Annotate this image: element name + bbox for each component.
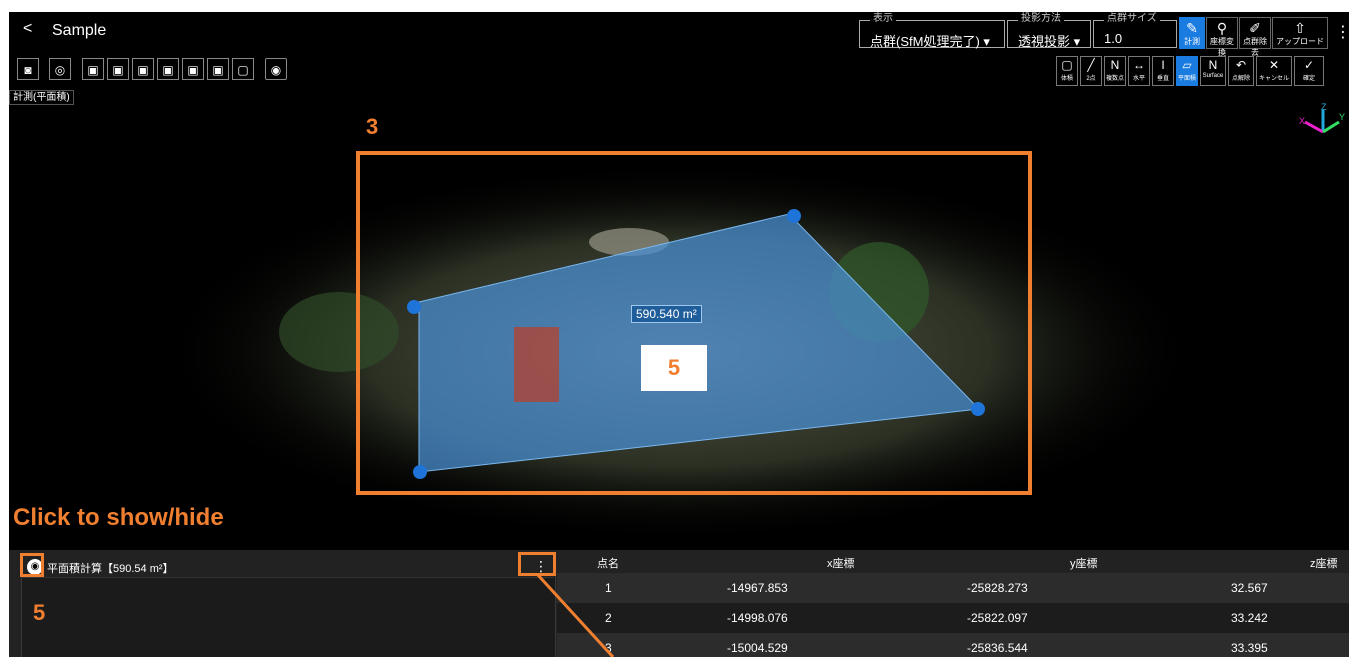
table-row[interactable]: 1 -14967.853 -25828.273 32.567 bbox=[557, 573, 1349, 603]
column-header-x: x座標 bbox=[827, 558, 855, 570]
point-size-input[interactable]: 点群サイズ 1.0 bbox=[1093, 13, 1177, 48]
annotation-number-5-box: 5 bbox=[641, 345, 707, 391]
cell-y: -25828.273 bbox=[967, 581, 1028, 595]
annotation-frame bbox=[356, 151, 1032, 495]
transform-icon: ⚲ bbox=[1216, 20, 1228, 36]
annotation-number-5-panel: 5 bbox=[33, 600, 46, 625]
view-cube-2-icon[interactable]: ▣ bbox=[107, 58, 129, 80]
click-hint-text: Click to show/hide bbox=[13, 504, 224, 531]
cancel-button[interactable]: ✕ キャンセル bbox=[1256, 56, 1292, 86]
header-bar: < Sample 表示 点群(SfM処理完了) ▾ 投影方法 透視投影 ▾ 点群… bbox=[9, 12, 1349, 57]
annotation-number-3: 3 bbox=[366, 114, 379, 139]
projection-select-label: 投影方法 bbox=[1018, 13, 1064, 25]
axis-y-label: Y bbox=[1339, 112, 1345, 122]
multi-point-button[interactable]: Ν 複数点 bbox=[1104, 56, 1126, 86]
display-select[interactable]: 表示 点群(SfM処理完了) ▾ bbox=[859, 13, 1005, 49]
view-cube-5-icon[interactable]: ▣ bbox=[182, 58, 204, 80]
view-cube-3-icon[interactable]: ▣ bbox=[132, 58, 154, 80]
column-header-z: z座標 bbox=[1310, 558, 1338, 570]
axis-x-label: X bbox=[1299, 116, 1305, 126]
view-cube-6-icon[interactable]: ▣ bbox=[207, 58, 229, 80]
plane-area-button[interactable]: ▱ 平面積 bbox=[1176, 56, 1198, 86]
upload-button[interactable]: ⇧ アップロード bbox=[1272, 17, 1328, 49]
upload-icon: ⇧ bbox=[1294, 20, 1306, 36]
annotation-arrow bbox=[535, 572, 615, 657]
target-icon[interactable]: ◎ bbox=[49, 58, 71, 80]
ruler-icon: ✎ bbox=[1186, 20, 1198, 36]
table-row[interactable]: 3 -15004.529 -25836.544 33.395 bbox=[557, 633, 1349, 657]
volume-button[interactable]: ▢ 体積 bbox=[1056, 56, 1078, 86]
cell-z: 33.242 bbox=[1231, 611, 1268, 625]
display-select-label: 表示 bbox=[870, 13, 896, 25]
more-menu-button[interactable]: ⋮ bbox=[1335, 22, 1349, 42]
coordinates-table: 点名 x座標 y座標 z座標 1 -14967.853 -25828.273 3… bbox=[557, 555, 1349, 657]
measure-tool-button[interactable]: ✎ 計測 bbox=[1179, 17, 1205, 49]
column-header-point-name: 点名 bbox=[597, 558, 619, 570]
back-button[interactable]: < bbox=[23, 20, 32, 38]
axis-z-label: Z bbox=[1321, 102, 1327, 112]
app-window: < Sample 表示 点群(SfM処理完了) ▾ 投影方法 透視投影 ▾ 点群… bbox=[9, 12, 1349, 657]
view-cube-1-icon[interactable]: ▣ bbox=[82, 58, 104, 80]
release-point-button[interactable]: ↶ 点解除 bbox=[1228, 56, 1254, 86]
vertical-button[interactable]: I 垂直 bbox=[1152, 56, 1174, 86]
vertical-icon: I bbox=[1161, 58, 1165, 72]
undo-icon: ↶ bbox=[1235, 58, 1247, 72]
table-row[interactable]: 2 -14998.076 -25822.097 33.242 bbox=[557, 603, 1349, 633]
area-measurement-label: 590.540 m² bbox=[631, 305, 702, 323]
two-point-button[interactable]: ╱ 2点 bbox=[1080, 56, 1102, 86]
cell-z: 33.395 bbox=[1231, 641, 1268, 655]
project-title: Sample bbox=[52, 22, 107, 39]
coordinate-transform-button[interactable]: ⚲ 座標変換 bbox=[1206, 17, 1238, 57]
cell-y: -25822.097 bbox=[967, 611, 1028, 625]
point-size-label: 点群サイズ bbox=[1104, 13, 1160, 25]
surface-button[interactable]: Ν Surface bbox=[1200, 56, 1226, 86]
column-header-y: y座標 bbox=[1070, 558, 1098, 570]
confirm-button[interactable]: ✓ 確定 bbox=[1294, 56, 1324, 86]
projection-select[interactable]: 投影方法 透視投影 ▾ bbox=[1007, 13, 1091, 49]
volume-icon: ▢ bbox=[1061, 58, 1073, 72]
cell-x: -14998.076 bbox=[727, 611, 788, 625]
cell-x: -14967.853 bbox=[727, 581, 788, 595]
point-size-value: 1.0 bbox=[1104, 31, 1123, 46]
view-square-icon[interactable]: ▢ bbox=[232, 58, 254, 80]
horizontal-icon: ↔ bbox=[1133, 58, 1145, 72]
polyline-icon: Ν bbox=[1110, 58, 1120, 72]
horizontal-button[interactable]: ↔ 水平 bbox=[1128, 56, 1150, 86]
projection-select-value: 透視投影 ▾ bbox=[1018, 34, 1081, 49]
eraser-icon: ✐ bbox=[1249, 20, 1261, 36]
annotation-highlight-eye bbox=[20, 553, 44, 577]
point-removal-button[interactable]: ✐ 点群除去 bbox=[1239, 17, 1271, 57]
cell-y: -25836.544 bbox=[967, 641, 1028, 655]
line-icon: ╱ bbox=[1087, 58, 1095, 72]
close-icon: ✕ bbox=[1268, 58, 1280, 72]
camera-icon[interactable]: ◙ bbox=[17, 58, 39, 80]
eye-icon[interactable]: ◉ bbox=[265, 58, 287, 80]
axis-gizmo: Z X Y bbox=[1299, 102, 1345, 134]
display-select-value: 点群(SfM処理完了) ▾ bbox=[870, 34, 990, 49]
view-cube-4-icon[interactable]: ▣ bbox=[157, 58, 179, 80]
measurement-entry-label: 平面積計算【590.54 m²】 bbox=[47, 563, 174, 575]
cell-x: -15004.529 bbox=[727, 641, 788, 655]
plane-icon: ▱ bbox=[1182, 58, 1192, 72]
check-icon: ✓ bbox=[1303, 58, 1315, 72]
cell-z: 32.567 bbox=[1231, 581, 1268, 595]
surface-icon: Ν bbox=[1208, 58, 1218, 72]
